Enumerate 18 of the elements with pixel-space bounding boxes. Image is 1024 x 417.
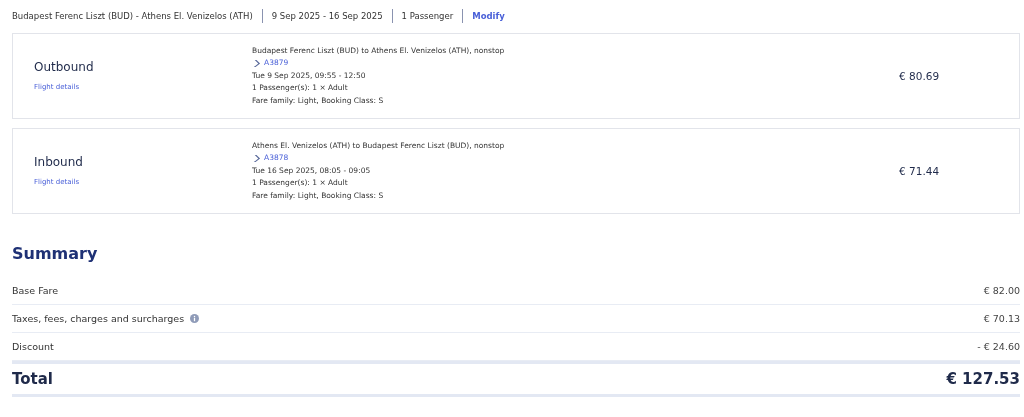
direction-title: Outbound bbox=[34, 59, 95, 74]
total-amount: € 127.53 bbox=[946, 370, 1020, 388]
direction-title: Inbound bbox=[34, 154, 84, 169]
passenger-count: 1 Passenger bbox=[401, 11, 454, 21]
route-text: Budapest Ferenc Liszt (BUD) - Athens El. Venizelos (ATH) bbox=[12, 11, 253, 21]
summary-amount: € 82.00 bbox=[983, 285, 1020, 296]
info-icon[interactable] bbox=[190, 314, 200, 323]
dates-text: 9 Sep 2025 - 16 Sep 2025 bbox=[271, 11, 383, 21]
total-label: Total bbox=[12, 370, 53, 388]
modify-link[interactable]: Modify bbox=[472, 11, 505, 21]
flight-price: € 80.69 bbox=[899, 70, 941, 82]
summary-label: Discount bbox=[12, 341, 54, 352]
summary-label: Taxes, fees, charges and surcharges bbox=[12, 313, 185, 324]
summary-label: Base Fare bbox=[12, 285, 59, 296]
summary-title: Summary bbox=[12, 244, 99, 263]
summary-amount: € 70.13 bbox=[983, 313, 1020, 324]
summary-amount: - € 24.60 bbox=[977, 341, 1020, 352]
flight-price: € 71.44 bbox=[899, 165, 941, 177]
